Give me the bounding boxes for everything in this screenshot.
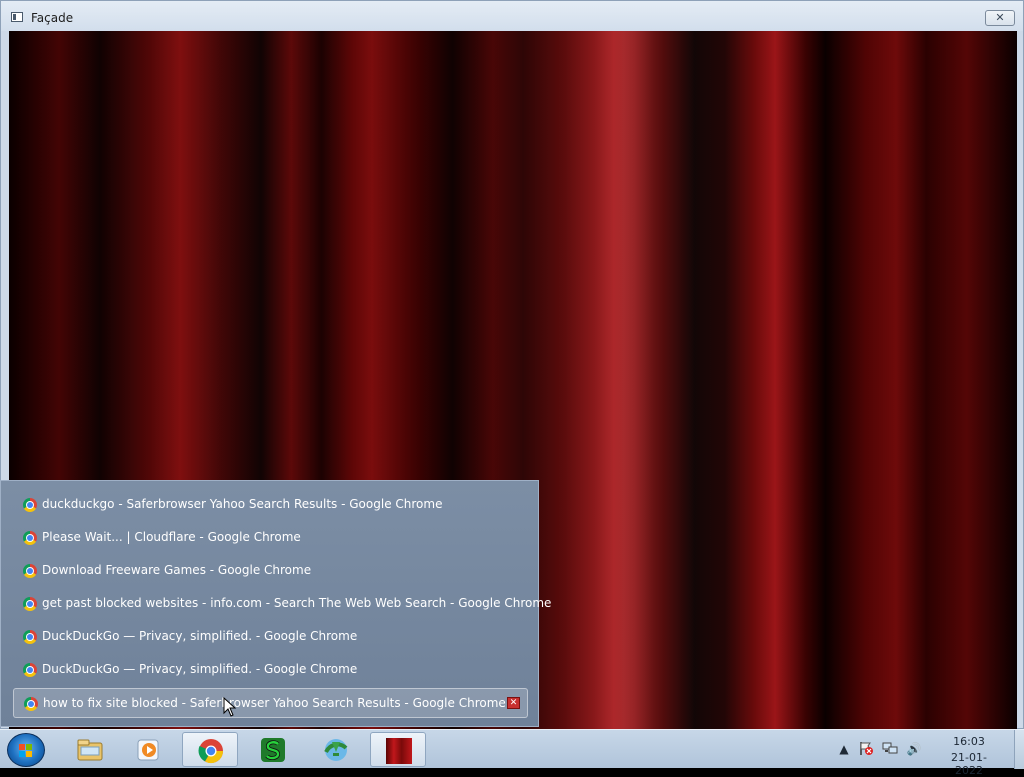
taskbar-explorer-button[interactable] (62, 732, 118, 767)
taskbar-facade-button[interactable] (370, 732, 426, 767)
chrome-icon (23, 597, 37, 611)
curtain-highlight (594, 31, 654, 730)
chrome-icon (23, 531, 37, 545)
jump-list-item-label: Please Wait... | Cloudflare - Google Chr… (42, 530, 301, 544)
jump-list-item[interactable]: DuckDuckGo — Privacy, simplified. - Goog… (13, 655, 528, 685)
jump-list-item-label: duckduckgo - Saferbrowser Yahoo Search R… (42, 497, 443, 511)
chrome-icon (198, 739, 223, 764)
windows-logo-icon (19, 744, 32, 757)
explorer-icon (77, 739, 103, 761)
remove-item-button[interactable]: ✕ (507, 697, 520, 709)
chrome-icon (23, 630, 37, 644)
jump-list-item[interactable]: get past blocked websites - info.com - S… (13, 589, 551, 619)
clock-time[interactable]: 16:03 (938, 735, 1000, 748)
facade-icon (386, 738, 412, 764)
taskbar-media-player-button[interactable] (121, 732, 177, 767)
action-center-flag-icon[interactable] (858, 740, 874, 758)
title-bar[interactable]: Façade ✕ (1, 1, 1023, 31)
download-manager-icon (324, 739, 348, 761)
jump-list-item[interactable]: Please Wait... | Cloudflare - Google Chr… (13, 523, 528, 553)
taskbar: ▲ 🔊 16:03 21-01-2022 (0, 729, 1024, 777)
jump-list-item-label: get past blocked websites - info.com - S… (42, 596, 552, 610)
taskbar-download-manager-button[interactable] (308, 732, 364, 767)
jump-list-item-label: Download Freeware Games - Google Chrome (42, 563, 312, 577)
media-player-icon (137, 739, 159, 761)
start-button[interactable] (7, 733, 45, 767)
clock-date[interactable]: 21-01-2022 (938, 751, 1000, 777)
window-title: Façade (31, 11, 74, 25)
chrome-icon (23, 564, 37, 578)
chrome-icon (23, 498, 37, 512)
jump-list-item-label: DuckDuckGo — Privacy, simplified. - Goog… (42, 662, 358, 676)
taskbar-s-app-button[interactable] (245, 732, 301, 767)
s-app-icon (261, 738, 285, 762)
app-icon (11, 12, 23, 22)
jump-list-item[interactable]: duckduckgo - Saferbrowser Yahoo Search R… (13, 490, 528, 520)
jump-list-item-hovered[interactable]: how to fix site blocked - Saferbrowser Y… (13, 688, 528, 718)
chrome-icon (24, 697, 38, 711)
volume-icon[interactable]: 🔊 (906, 740, 922, 758)
tray-overflow-icon[interactable]: ▲ (836, 740, 852, 758)
jump-list-item[interactable]: Download Freeware Games - Google Chrome (13, 556, 528, 586)
close-button[interactable]: ✕ (985, 10, 1015, 26)
jump-list-item-label: DuckDuckGo — Privacy, simplified. - Goog… (42, 629, 358, 643)
close-icon: ✕ (995, 11, 1005, 24)
jump-list-item-label: how to fix site blocked - Saferbrowser Y… (43, 696, 506, 710)
chrome-icon (23, 663, 37, 677)
network-icon[interactable] (882, 740, 898, 758)
jump-list: duckduckgo - Saferbrowser Yahoo Search R… (0, 480, 551, 727)
jump-list-item[interactable]: DuckDuckGo — Privacy, simplified. - Goog… (13, 622, 528, 652)
show-desktop-button[interactable] (1014, 730, 1024, 769)
taskbar-chrome-button[interactable] (182, 732, 238, 767)
